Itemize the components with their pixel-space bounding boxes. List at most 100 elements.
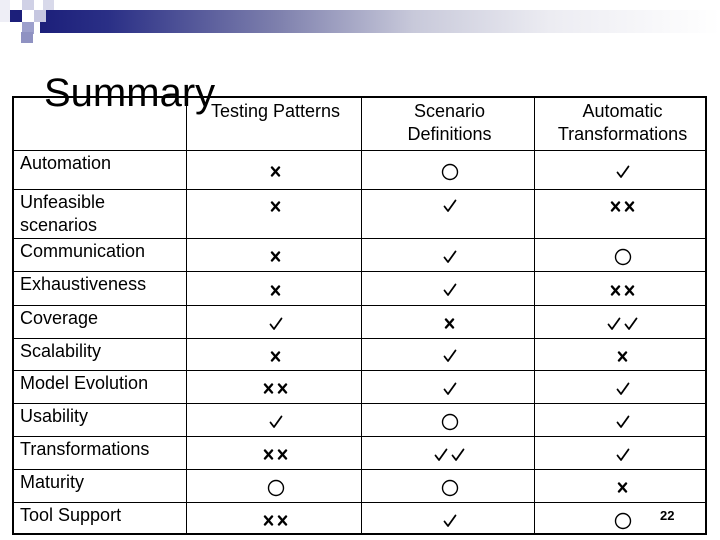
row-label: Scalability — [20, 340, 101, 363]
rating-cell-cross — [188, 340, 363, 372]
rating-cell-double-cross — [188, 504, 363, 537]
row-label-text: Exhaustiveness — [20, 274, 147, 294]
rating-cell-double-cross — [188, 372, 363, 405]
rating-cell-check — [188, 307, 363, 340]
page-number: 22 — [660, 508, 675, 523]
rating-cell-check — [536, 152, 709, 191]
column-header-text: Definitions — [407, 124, 492, 144]
cross-icon — [277, 449, 288, 460]
row-label-text: Tool Support — [20, 505, 122, 525]
check-icon — [451, 448, 465, 461]
row-label-text: Unfeasible — [20, 192, 106, 212]
cross-icon — [277, 515, 288, 526]
cross-icon — [277, 383, 288, 394]
decor-square — [21, 32, 33, 43]
column-header: Testing Patterns — [188, 100, 363, 123]
row-label: Communication — [20, 240, 145, 263]
circle-icon — [441, 479, 458, 496]
cross-icon — [617, 482, 628, 493]
rating-cell-circle — [363, 471, 536, 504]
cross-icon — [263, 515, 274, 526]
rating-cell-double-cross — [188, 438, 363, 471]
row-label-text: scenarios — [20, 215, 98, 235]
decor-square — [34, 10, 46, 22]
cross-icon — [263, 449, 274, 460]
row-label: Maturity — [20, 471, 84, 494]
rating-cell-cross — [536, 340, 709, 372]
check-icon — [607, 317, 621, 330]
row-label-text: Maturity — [20, 472, 85, 492]
row-label-text: Communication — [20, 241, 146, 261]
check-icon — [624, 317, 638, 330]
rating-cell-double-cross — [536, 273, 709, 307]
check-icon — [443, 250, 456, 263]
rating-cell-circle — [363, 405, 536, 438]
cross-icon — [270, 350, 281, 362]
check-icon — [616, 448, 629, 461]
row-label: Transformations — [20, 438, 149, 461]
rating-cell-cross — [188, 191, 363, 221]
row-label: Usability — [20, 405, 88, 428]
rating-cell-double-check — [363, 438, 536, 471]
cross-icon — [270, 200, 281, 212]
rating-cell-cross — [536, 471, 709, 504]
rating-cell-circle — [536, 504, 709, 537]
check-icon — [443, 199, 456, 212]
cross-icon — [270, 284, 281, 296]
cross-icon — [270, 166, 281, 177]
row-label: Model Evolution — [20, 372, 148, 395]
check-icon — [434, 448, 448, 461]
rating-cell-check — [536, 372, 709, 405]
circle-icon — [614, 248, 631, 265]
rating-cell-cross — [188, 152, 363, 191]
check-icon — [443, 283, 456, 296]
check-icon — [443, 382, 456, 395]
rating-cell-check — [363, 240, 536, 273]
summary-table: Testing Patterns Scenario Definitions Autom… — [12, 96, 707, 535]
column-divider — [186, 98, 187, 533]
row-label: Tool Support — [20, 504, 121, 527]
decor-square — [10, 10, 22, 22]
column-header-text: Testing Patterns — [210, 101, 341, 121]
row-divider — [14, 238, 705, 239]
column-header: Automatic Transformations — [536, 100, 709, 146]
cross-icon — [610, 284, 621, 296]
rating-cell-check — [363, 273, 536, 307]
row-divider — [14, 150, 705, 151]
row-label-text: Model Evolution — [20, 373, 149, 393]
row-label-text: Coverage — [20, 308, 99, 328]
rating-cell-circle — [536, 240, 709, 273]
circle-icon — [441, 413, 458, 430]
rating-cell-check — [536, 438, 709, 471]
circle-icon — [267, 479, 284, 496]
check-icon — [616, 382, 629, 395]
header-gradient-bar — [40, 10, 720, 33]
row-label: Coverage — [20, 307, 98, 330]
cross-icon — [263, 383, 274, 394]
row-label-text: Usability — [20, 406, 89, 426]
row-label: Exhaustiveness — [20, 273, 146, 296]
column-header: Scenario Definitions — [363, 100, 536, 146]
cross-icon — [610, 200, 621, 212]
rating-cell-circle — [363, 152, 536, 191]
check-icon — [269, 415, 282, 428]
rating-cell-double-check — [536, 307, 709, 340]
row-label: Automation — [20, 152, 111, 175]
rating-cell-cross — [188, 273, 363, 307]
column-header-text: Automatic — [582, 101, 663, 121]
decor-square — [43, 0, 54, 10]
cross-icon — [624, 284, 635, 296]
column-header-text: Scenario — [413, 101, 486, 121]
row-label-text: Scalability — [20, 341, 102, 361]
circle-icon — [614, 512, 631, 529]
cross-icon — [444, 318, 455, 329]
row-label-text: Transformations — [20, 439, 150, 459]
check-icon — [443, 349, 456, 362]
rating-cell-check — [536, 405, 709, 438]
circle-icon — [441, 163, 458, 180]
decor-square — [22, 0, 34, 10]
check-icon — [616, 415, 629, 428]
rating-cell-check — [363, 191, 536, 221]
rating-cell-cross — [363, 307, 536, 340]
check-icon — [443, 514, 456, 527]
